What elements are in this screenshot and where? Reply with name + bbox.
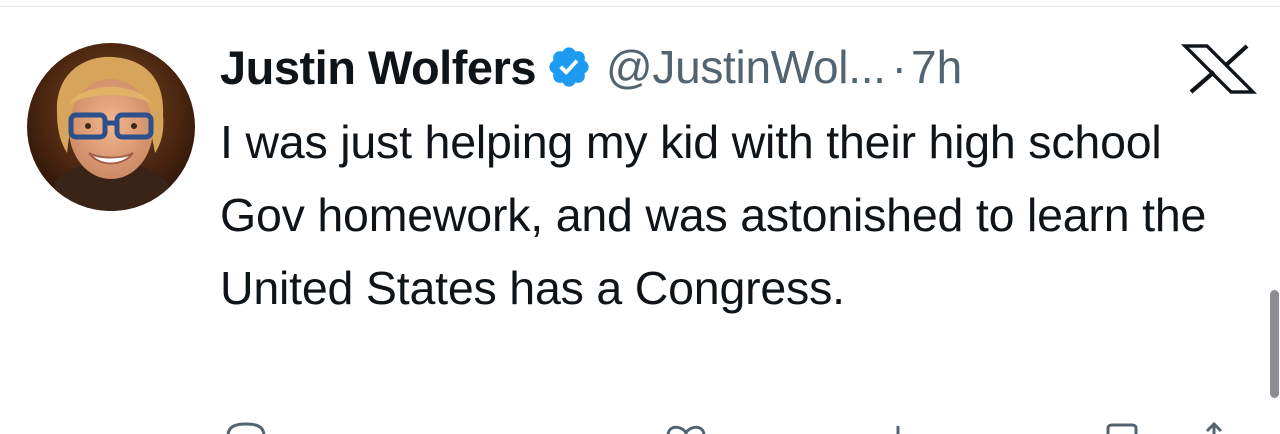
separator-dot: · [891, 41, 907, 93]
author-display-name[interactable]: Justin Wolfers [220, 40, 536, 95]
x-logo-icon [1181, 44, 1257, 94]
avatar[interactable] [27, 43, 195, 211]
bookmark-icon[interactable] [1100, 420, 1144, 434]
tweet-text: I was just helping my kid with their hig… [220, 116, 1207, 314]
top-divider [0, 6, 1280, 7]
like-icon[interactable] [664, 420, 708, 434]
tweet-screen: Justin Wolfers @JustinWol... · 7h I was … [0, 0, 1280, 434]
views-icon[interactable] [888, 420, 908, 434]
verified-badge-icon[interactable] [546, 44, 592, 90]
scrollbar[interactable] [1270, 290, 1279, 398]
reply-icon[interactable] [224, 420, 268, 434]
avatar-image [27, 43, 195, 211]
author-handle[interactable]: @JustinWol... [606, 40, 886, 94]
share-icon[interactable] [1202, 420, 1226, 434]
tweet-header: Justin Wolfers @JustinWol... · 7h [220, 36, 1230, 98]
tweet-actions [220, 420, 1230, 434]
tweet-body: Justin Wolfers @JustinWol... · 7h I was … [220, 36, 1230, 325]
tweet-timestamp[interactable]: 7h [911, 40, 962, 94]
